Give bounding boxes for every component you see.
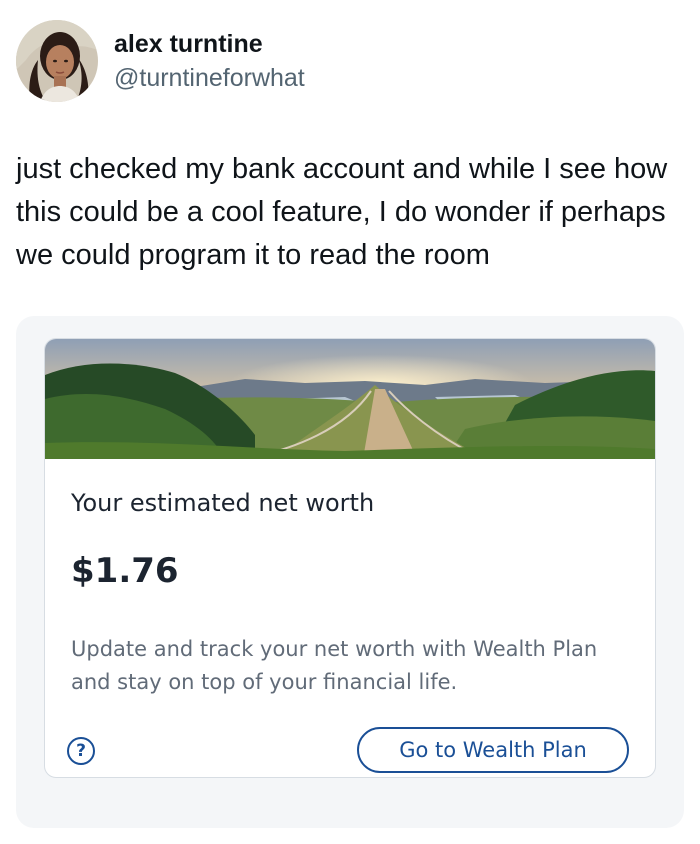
card-description: Update and track your net worth with Wea… [71, 637, 598, 694]
go-to-wealth-plan-button[interactable]: Go to Wealth Plan [357, 727, 629, 773]
tweet-text: just checked my bank account and while I… [16, 153, 668, 271]
net-worth-amount: $1.76 [71, 551, 179, 591]
handle[interactable]: @turntineforwhat [114, 62, 305, 94]
tweet-header: alex turntine @turntineforwhat [16, 20, 305, 102]
landscape-banner-image [45, 339, 655, 459]
screenshot-attachment[interactable]: Your estimated net worth $1.76 Update an… [16, 316, 684, 828]
avatar[interactable] [16, 20, 98, 102]
net-worth-card: Your estimated net worth $1.76 Update an… [44, 338, 656, 778]
question-circle-icon[interactable]: ? [67, 737, 95, 765]
card-title: Your estimated net worth [71, 489, 375, 517]
display-name[interactable]: alex turntine [114, 28, 305, 60]
author-block: alex turntine @turntineforwhat [114, 28, 305, 94]
